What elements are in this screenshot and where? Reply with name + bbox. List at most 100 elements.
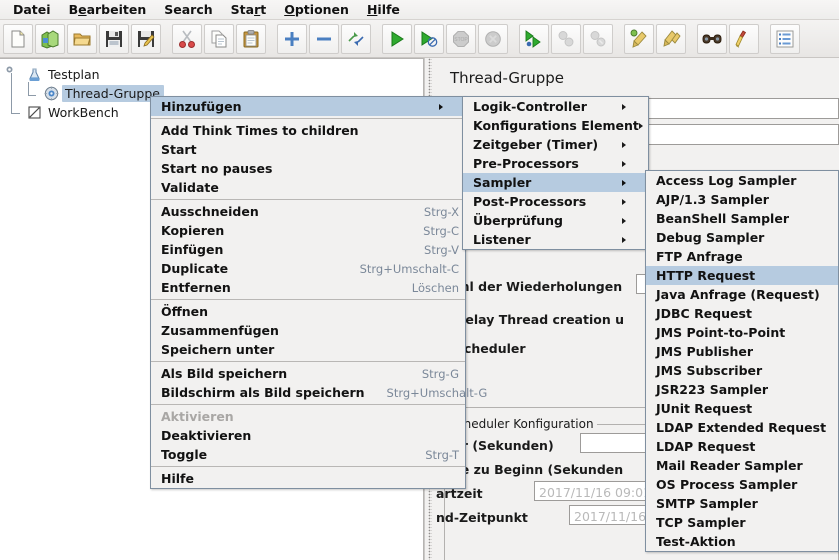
workbench-icon: [26, 104, 43, 121]
start-icon[interactable]: [382, 23, 412, 54]
submenu-arrow-icon: [638, 122, 659, 129]
reset-search-icon[interactable]: [729, 23, 759, 54]
context-menu-item-ffnen[interactable]: Öffnen: [151, 302, 465, 321]
clear-icon[interactable]: [624, 23, 654, 54]
sampler-item-java-anfrage-request[interactable]: Java Anfrage (Request): [646, 285, 838, 304]
add-submenu-item-post-processors[interactable]: Post-Processors: [463, 192, 648, 211]
sampler-item-tcp-sampler[interactable]: TCP Sampler: [646, 513, 838, 532]
menu-item-label: Java Anfrage (Request): [656, 287, 820, 302]
menu-hilfe[interactable]: Hilfe: [358, 0, 409, 19]
sampler-item-jdbc-request[interactable]: JDBC Request: [646, 304, 838, 323]
sampler-item-os-process-sampler[interactable]: OS Process Sampler: [646, 475, 838, 494]
context-menu-item-speichern-unter[interactable]: Speichern unter: [151, 340, 465, 359]
sampler-item-ftp-anfrage[interactable]: FTP Anfrage: [646, 247, 838, 266]
sampler-item-jms-point-to-point[interactable]: JMS Point-to-Point: [646, 323, 838, 342]
context-menu-item-hinzuf-gen[interactable]: Hinzufügen: [151, 97, 465, 116]
submenu-arrow-icon: [439, 103, 459, 110]
remote-stop-all-icon[interactable]: [551, 23, 581, 54]
add-submenu-item-sampler[interactable]: Sampler: [463, 173, 648, 192]
add-submenu[interactable]: Logik-Controller Konfigurations Element Ze…: [462, 96, 649, 250]
menu-item-label: JMS Subscriber: [656, 363, 763, 378]
context-menu-item-start-no-pauses[interactable]: Start no pauses: [151, 159, 465, 178]
sampler-item-ldap-request[interactable]: LDAP Request: [646, 437, 838, 456]
sampler-item-access-log-sampler[interactable]: Access Log Sampler: [646, 171, 838, 190]
context-menu-item-deaktivieren[interactable]: Deaktivieren: [151, 426, 465, 445]
context-menu-item-einf-gen[interactable]: Einfügen Strg-V: [151, 240, 465, 259]
tree-line: [11, 113, 20, 114]
sampler-item-debug-sampler[interactable]: Debug Sampler: [646, 228, 838, 247]
menu-item-label: Debug Sampler: [656, 230, 765, 245]
add-submenu-item-zeitgeber-timer[interactable]: Zeitgeber (Timer): [463, 135, 648, 154]
sampler-submenu[interactable]: Access Log Sampler AJP/1.3 Sampler BeanShe…: [645, 170, 839, 552]
context-menu-item-bildschirm-als-bild-speichern[interactable]: Bildschirm als Bild speichern Strg+Umscha…: [151, 383, 487, 402]
menu-optionen[interactable]: Optionen: [275, 0, 358, 19]
remote-start-all-icon[interactable]: [519, 23, 549, 54]
sampler-item-jms-subscriber[interactable]: JMS Subscriber: [646, 361, 838, 380]
add-submenu-item-konfigurations-element[interactable]: Konfigurations Element: [463, 116, 648, 135]
cut-icon[interactable]: [172, 23, 202, 54]
menu-search[interactable]: Search: [155, 0, 221, 19]
log-viewer-icon[interactable]: [770, 23, 800, 54]
sampler-item-mail-reader-sampler[interactable]: Mail Reader Sampler: [646, 456, 838, 475]
paste-icon[interactable]: [236, 23, 266, 54]
collapse-all-icon[interactable]: [309, 23, 339, 54]
expand-all-icon[interactable]: [277, 23, 307, 54]
toolbar-separator: [372, 25, 381, 53]
tree-node-testplan[interactable]: Testplan: [26, 65, 423, 84]
menu-item-accelerator: Strg-V: [424, 242, 459, 257]
context-menu-item-validate[interactable]: Validate: [151, 178, 465, 197]
sampler-item-jms-publisher[interactable]: JMS Publisher: [646, 342, 838, 361]
new-icon[interactable]: [3, 23, 33, 54]
shutdown-icon[interactable]: [478, 23, 508, 54]
add-submenu-item-logik-controller[interactable]: Logik-Controller: [463, 97, 648, 116]
context-menu-item-hilfe[interactable]: Hilfe: [151, 469, 465, 488]
sampler-item-jsr223-sampler[interactable]: JSR223 Sampler: [646, 380, 838, 399]
context-menu-item-als-bild-speichern[interactable]: Als Bild speichern Strg-G: [151, 364, 465, 383]
add-submenu-item-pre-processors[interactable]: Pre-Processors: [463, 154, 648, 173]
save-as-icon[interactable]: [131, 23, 161, 54]
context-menu-item-duplicate[interactable]: Duplicate Strg+Umschalt-C: [151, 259, 465, 278]
context-menu[interactable]: Hinzufügen Add Think Times to children Sta…: [150, 96, 487, 489]
menu-item-label: Aktivieren: [161, 409, 234, 424]
templates-icon[interactable]: [35, 23, 65, 54]
context-menu-item-zusammenf-gen[interactable]: Zusammenfügen: [151, 321, 465, 340]
tree-expand-knob[interactable]: [6, 66, 13, 73]
sampler-item-ajp-1-3-sampler[interactable]: AJP/1.3 Sampler: [646, 190, 838, 209]
open-icon[interactable]: [67, 23, 97, 54]
sampler-item-smtp-sampler[interactable]: SMTP Sampler: [646, 494, 838, 513]
stop-icon[interactable]: STOP: [446, 23, 476, 54]
menu-item-label: Add Think Times to children: [161, 123, 359, 138]
delay-thread-creation-label: Delay Thread creation u: [455, 312, 624, 327]
context-menu-item-kopieren[interactable]: Kopieren Strg-C: [151, 221, 465, 240]
sampler-item-beanshell-sampler[interactable]: BeanShell Sampler: [646, 209, 838, 228]
context-menu-item-ausschneiden[interactable]: Ausschneiden Strg-X: [151, 202, 465, 221]
remote-shutdown-all-icon[interactable]: [583, 23, 613, 54]
sampler-item-http-request[interactable]: HTTP Request: [646, 266, 838, 285]
toggle-icon[interactable]: [341, 23, 371, 54]
context-menu-item-toggle[interactable]: Toggle Strg-T: [151, 445, 465, 464]
context-menu-item-entfernen[interactable]: Entfernen Löschen: [151, 278, 465, 297]
menu-start[interactable]: Start: [222, 0, 276, 19]
sampler-item-junit-request[interactable]: JUnit Request: [646, 399, 838, 418]
menu-datei[interactable]: Datei: [4, 0, 60, 19]
menu-item-label: Zeitgeber (Timer): [473, 137, 599, 152]
sampler-item-test-aktion[interactable]: Test-Aktion: [646, 532, 838, 551]
add-submenu-item-berpr-fung[interactable]: Überprüfung: [463, 211, 648, 230]
menu-item-label: LDAP Extended Request: [656, 420, 827, 435]
menu-bearbeiten[interactable]: Bearbeiten: [60, 0, 156, 19]
context-menu-item-start[interactable]: Start: [151, 140, 465, 159]
menu-item-label: Duplicate: [161, 261, 229, 276]
menu-item-label: Als Bild speichern: [161, 366, 288, 381]
menu-item-label: JMS Point-to-Point: [656, 325, 786, 340]
add-submenu-item-listener[interactable]: Listener: [463, 230, 648, 249]
context-menu-item-add-think-times-to-children[interactable]: Add Think Times to children: [151, 121, 465, 140]
save-icon[interactable]: [99, 23, 129, 54]
copy-icon[interactable]: [204, 23, 234, 54]
menu-item-label: Start no pauses: [161, 161, 273, 176]
menu-item-label: Entfernen: [161, 280, 231, 295]
search-icon[interactable]: [697, 23, 727, 54]
sampler-item-ldap-extended-request[interactable]: LDAP Extended Request: [646, 418, 838, 437]
menu-item-label: SMTP Sampler: [656, 496, 758, 511]
clear-all-icon[interactable]: [656, 23, 686, 54]
start-no-pauses-icon[interactable]: [414, 23, 444, 54]
